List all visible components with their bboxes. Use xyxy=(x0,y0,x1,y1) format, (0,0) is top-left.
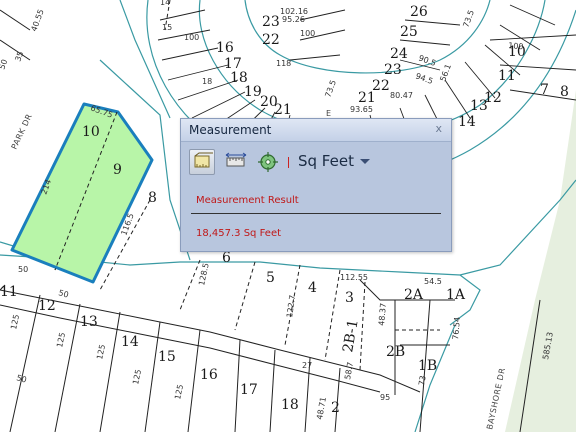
lot-label: 1A xyxy=(446,287,466,303)
chevron-down-icon xyxy=(359,158,370,164)
lot-label: 5 xyxy=(266,270,275,286)
result-label: Measurement Result xyxy=(196,195,299,206)
dim-label: 48.37 xyxy=(377,303,388,327)
lot-label: 21 xyxy=(274,102,292,118)
lot-label: 11 xyxy=(0,284,18,300)
dim-label: 95 xyxy=(380,393,390,402)
lot-label: 2A xyxy=(404,287,424,303)
panel-title: Measurement xyxy=(189,123,272,137)
dim-label: 48.71 xyxy=(315,396,328,420)
lot-label: 17 xyxy=(240,382,258,398)
dim-label: 50 xyxy=(15,373,27,384)
dim-label: 100 xyxy=(300,29,315,38)
location-tool-button[interactable] xyxy=(255,149,281,175)
dim-label: 73 xyxy=(417,375,428,387)
dim-label: 125 xyxy=(173,384,185,401)
lot-label: 2B xyxy=(386,344,405,360)
dim-label: 112.55 xyxy=(340,273,368,282)
area-tool-button[interactable] xyxy=(189,149,215,175)
lot-label: 3 xyxy=(345,290,354,306)
lot-label: 8 xyxy=(148,190,157,206)
unit-value: Sq Feet xyxy=(298,152,354,170)
close-button[interactable]: x xyxy=(435,122,442,135)
lot-label: 23 xyxy=(384,62,402,78)
road-label-bayshore-dr: BAYSHORE DR xyxy=(485,367,507,430)
tool-separator xyxy=(288,157,289,168)
distance-tool-button[interactable] xyxy=(223,149,249,175)
dim-label: 76.54 xyxy=(451,317,462,341)
dim-label: 14 xyxy=(160,0,170,7)
lot-label: 14 xyxy=(121,334,139,350)
dim-label: 118 xyxy=(276,59,291,68)
lot-label: 14 xyxy=(458,114,476,130)
lot-label: 21 xyxy=(358,90,376,106)
dim-label: 94.5 xyxy=(414,71,434,86)
dim-label: 93.65 xyxy=(350,105,373,114)
dim-label: 100 xyxy=(184,33,199,42)
dim-label: 50 xyxy=(0,58,9,71)
lot-label: 10 xyxy=(82,124,100,140)
dim-label: 56.1 xyxy=(438,63,453,83)
lot-label: 2B-1 xyxy=(340,318,362,353)
lot-label: 7 xyxy=(540,82,549,98)
lot-label: 9 xyxy=(113,162,122,178)
dim-label: 27 xyxy=(302,361,312,370)
road-label-park-dr: PARK DR xyxy=(10,112,34,151)
dim-label: 90.5 xyxy=(417,53,437,68)
dim-label: 125 xyxy=(9,314,21,331)
lot-label: 11 xyxy=(498,68,516,84)
dim-label: 58.7 xyxy=(343,361,355,380)
lot-label: 6 xyxy=(222,250,231,266)
dim-label: 18 xyxy=(202,77,212,86)
lot-label: 8 xyxy=(560,84,569,100)
lot-label: 1B xyxy=(418,358,437,374)
dim-label: 35 xyxy=(13,50,25,63)
dim-label: 122.7 xyxy=(285,294,297,318)
lot-label: 16 xyxy=(216,40,234,56)
lot-label: 15 xyxy=(158,349,176,365)
panel-header[interactable]: Measurement x xyxy=(181,119,451,142)
distance-tool-icon xyxy=(225,152,247,167)
dim-label: 40.55 xyxy=(29,8,45,33)
location-tool-icon xyxy=(258,152,278,172)
measurement-tools: Sq Feet xyxy=(189,149,445,177)
dim-label: 73.5 xyxy=(461,9,476,29)
road-label-e: E xyxy=(326,109,332,118)
area-tool-icon xyxy=(194,152,213,168)
dim-label: 125 xyxy=(131,369,143,386)
lot-label: 13 xyxy=(470,98,488,114)
lot-label: 23 xyxy=(262,14,280,30)
lot-label: 22 xyxy=(262,32,280,48)
dim-label: 50 xyxy=(18,265,28,274)
dim-label: 80.47 xyxy=(390,91,413,100)
unit-dropdown[interactable]: Sq Feet xyxy=(298,150,370,172)
dim-label: 73.5 xyxy=(323,79,338,99)
lot-label: 2 xyxy=(331,400,340,416)
lot-label: 26 xyxy=(410,4,428,20)
result-value: 18,457.3 Sq Feet xyxy=(196,228,282,239)
park-area xyxy=(505,90,576,432)
result-divider xyxy=(191,213,441,214)
dim-label: 54.5 xyxy=(424,277,442,286)
dim-label: 125 xyxy=(55,332,67,349)
dim-label: 95.26 xyxy=(282,15,305,24)
measurement-panel: Measurement x Sq Feet Measurement Result… xyxy=(180,118,452,252)
lot-label: 12 xyxy=(38,298,56,314)
dim-label: 100 xyxy=(508,41,524,51)
lot-label: 16 xyxy=(200,367,218,383)
lot-label: 18 xyxy=(281,397,299,413)
dim-label: 125 xyxy=(95,344,107,361)
lot-label: 25 xyxy=(400,24,418,40)
dim-label: 50 xyxy=(57,288,69,299)
lot-label: 24 xyxy=(390,46,408,62)
dim-label: 128.5 xyxy=(197,262,211,286)
lot-label: 13 xyxy=(80,314,98,330)
lot-label: 4 xyxy=(308,280,317,296)
dim-label: 15 xyxy=(162,23,172,32)
